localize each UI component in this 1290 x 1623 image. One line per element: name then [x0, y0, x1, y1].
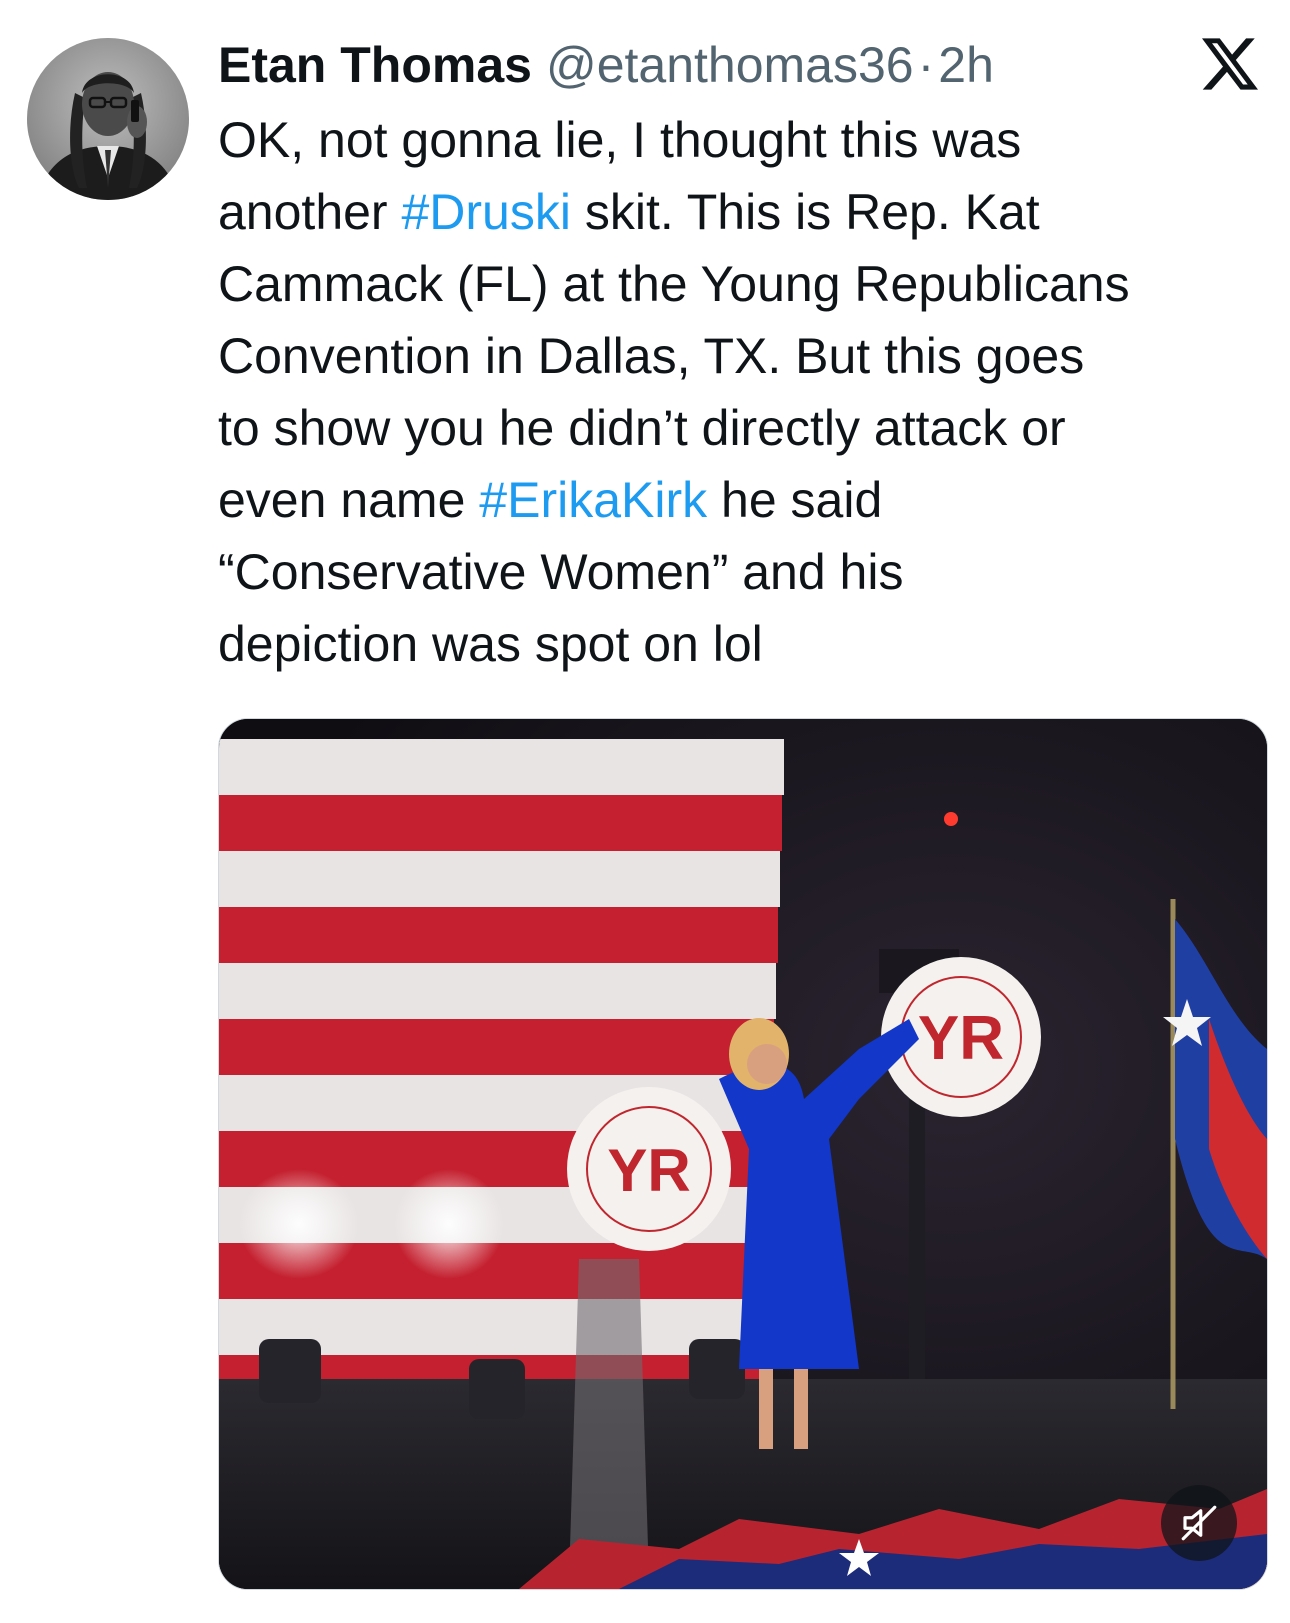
flag-stripe	[219, 739, 784, 795]
tweet-header: Etan Thomas @etanthomas36 · 2h	[218, 30, 994, 100]
mute-toggle-button[interactable]	[1161, 1485, 1237, 1561]
tweet[interactable]: Etan Thomas @etanthomas36 · 2h OK, not g…	[0, 0, 1290, 1623]
avatar-photo	[27, 38, 189, 200]
tweet-timestamp[interactable]: 2h	[938, 30, 994, 100]
flag-stripe	[219, 795, 782, 851]
tweet-text-segment: even name	[218, 472, 480, 528]
tweet-text-segment: he said	[707, 472, 883, 528]
tweet-text-segment: skit. This is Rep. Kat	[570, 184, 1040, 240]
tweet-text-segment: OK, not gonna lie, I thought this was	[218, 112, 1022, 168]
tweet-text-segment: “Conservative Women” and his	[218, 544, 904, 600]
flag-stripe	[219, 907, 778, 963]
muted-speaker-icon	[1181, 1505, 1217, 1541]
tweet-text-segment: to show you he didn’t directly attack or	[218, 400, 1066, 456]
tweet-text-line: even name #ErikaKirk he said	[218, 464, 1268, 536]
tweet-text-segment: depiction was spot on lol	[218, 616, 763, 672]
hashtag-link[interactable]: #Druski	[401, 184, 570, 240]
header-separator: ·	[917, 37, 935, 93]
video-frame: YR YR	[219, 719, 1267, 1589]
flag-stripe	[219, 851, 780, 907]
x-logo-icon	[1202, 38, 1258, 90]
tweet-text-line: to show you he didn’t directly attack or	[218, 392, 1268, 464]
tweet-text-line: “Conservative Women” and his	[218, 536, 1268, 608]
tweet-text-segment: Convention in Dallas, TX. But this goes	[218, 328, 1085, 384]
author-display-name[interactable]: Etan Thomas	[218, 30, 532, 100]
tweet-text-line: Convention in Dallas, TX. But this goes	[218, 320, 1268, 392]
avatar[interactable]	[27, 38, 189, 200]
tweet-text-line: OK, not gonna lie, I thought this was	[218, 104, 1268, 176]
flag-stripe	[219, 1019, 774, 1075]
author-handle[interactable]: @etanthomas36	[546, 30, 914, 100]
tweet-text-segment: another	[218, 184, 402, 240]
svg-text:YR: YR	[918, 1004, 1004, 1073]
tweet-text-line: Cammack (FL) at the Young Republicans	[218, 248, 1268, 320]
tweet-text-line: another #Druski skit. This is Rep. Kat	[218, 176, 1268, 248]
tweet-text-segment: Cammack (FL) at the Young Republicans	[218, 256, 1130, 312]
tweet-text: OK, not gonna lie, I thought this was ano…	[218, 104, 1268, 680]
hashtag-link[interactable]: #ErikaKirk	[479, 472, 707, 528]
svg-text:YR: YR	[607, 1137, 690, 1204]
tweet-video[interactable]: YR YR	[218, 718, 1268, 1590]
flag-stripe	[219, 963, 776, 1019]
tweet-text-line: depiction was spot on lol	[218, 608, 1268, 680]
